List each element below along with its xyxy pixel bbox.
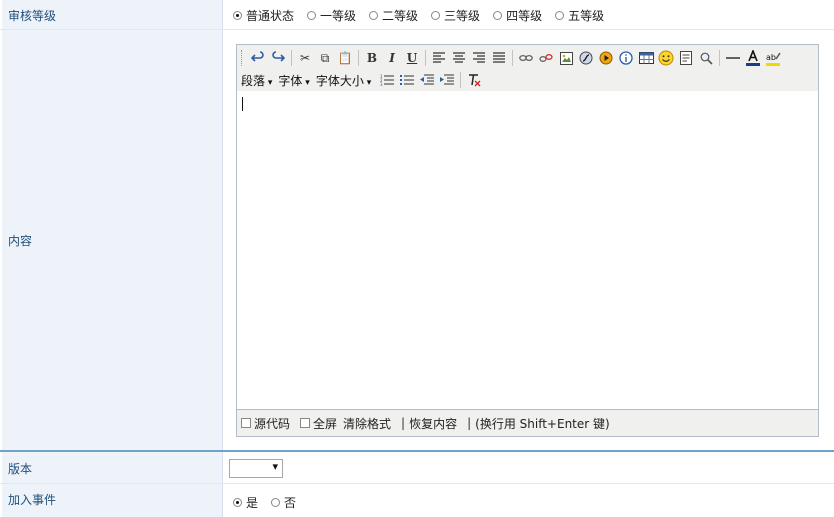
media-icon[interactable] <box>596 48 616 68</box>
version-label: 版本 <box>8 462 33 476</box>
add-event-option-yes[interactable]: 是 <box>233 494 258 511</box>
image-icon[interactable] <box>556 48 576 68</box>
add-event-option-no[interactable]: 否 <box>271 494 296 511</box>
bg-color-icon[interactable]: ab <box>763 48 783 68</box>
radio-button[interactable] <box>307 11 317 20</box>
toolbar-separator <box>719 50 720 66</box>
flash-icon[interactable] <box>576 48 596 68</box>
bold-icon[interactable]: B <box>362 48 382 68</box>
radio-button[interactable] <box>233 498 242 507</box>
editor-content-area[interactable] <box>237 91 818 411</box>
ordered-list-icon[interactable]: 123 <box>377 70 397 90</box>
toolbar-separator <box>460 72 462 88</box>
radio-button[interactable] <box>369 11 379 20</box>
copy-icon[interactable]: ⧉ <box>315 48 335 68</box>
review-level-radio-group: 普通状态 一等级 二等级 三等级 四等级 五等级 <box>233 7 617 24</box>
review-level-label: 审核等级 <box>8 9 57 23</box>
text-color-icon[interactable] <box>743 48 763 68</box>
redo-icon[interactable] <box>268 48 288 68</box>
template-icon[interactable] <box>676 48 696 68</box>
fullscreen-checkbox[interactable] <box>300 418 311 428</box>
source-code-toggle[interactable]: 源代码 <box>237 415 290 432</box>
add-event-radio-group: 是 否 <box>233 494 309 511</box>
content-label: 内容 <box>8 234 33 248</box>
align-center-icon[interactable] <box>449 48 469 68</box>
hr-icon[interactable] <box>723 48 743 68</box>
toolbar-separator <box>512 50 513 66</box>
add-event-label: 加入事件 <box>8 493 57 507</box>
add-event-label-cell: 加入事件 <box>2 484 223 517</box>
review-level-option-2[interactable]: 二等级 <box>369 7 418 24</box>
add-event-row: 加入事件 是 否 <box>0 484 834 517</box>
review-level-row: 审核等级 普通状态 一等级 二等级 三等级 四等级 五等级 <box>0 0 834 30</box>
version-value-cell <box>223 452 834 483</box>
fullscreen-toggle[interactable]: 全屏 <box>296 415 337 432</box>
radio-button[interactable] <box>493 11 503 20</box>
paste-icon[interactable]: 📋 <box>335 48 355 68</box>
restore-content-link[interactable]: 恢复内容 <box>409 415 457 432</box>
radio-button[interactable] <box>555 11 565 20</box>
review-level-option-4[interactable]: 四等级 <box>493 7 542 24</box>
info-icon[interactable] <box>616 48 636 68</box>
paragraph-dropdown[interactable]: 段落 <box>241 72 272 89</box>
italic-icon[interactable]: I <box>382 48 402 68</box>
review-level-label-cell: 审核等级 <box>2 0 223 29</box>
text-caret <box>242 97 243 111</box>
newline-hint: (换行用 Shift+Enter 键) <box>475 416 610 431</box>
unordered-list-icon[interactable] <box>397 70 417 90</box>
review-level-value-cell: 普通状态 一等级 二等级 三等级 四等级 五等级 <box>223 0 834 29</box>
version-label-cell: 版本 <box>2 452 223 483</box>
toolbar-grip <box>241 50 244 66</box>
radio-button[interactable] <box>431 11 441 20</box>
radio-button[interactable] <box>233 11 242 20</box>
link-icon[interactable] <box>516 48 536 68</box>
version-select[interactable] <box>229 459 283 478</box>
toolbar-row-2: 段落 字体 字体大小 123 <box>241 69 484 91</box>
status-divider: | <box>467 416 472 430</box>
source-code-checkbox[interactable] <box>241 418 251 428</box>
font-family-dropdown[interactable]: 字体 <box>278 72 309 89</box>
version-row: 版本 <box>0 450 834 484</box>
clear-format-link[interactable]: 清除格式 <box>343 415 391 432</box>
content-label-cell: 内容 <box>2 30 223 450</box>
align-right-icon[interactable] <box>469 48 489 68</box>
svg-text:ab: ab <box>766 53 776 62</box>
toolbar-separator <box>425 50 426 66</box>
align-justify-icon[interactable] <box>489 48 509 68</box>
table-icon[interactable] <box>636 48 656 68</box>
radio-button[interactable] <box>271 498 281 507</box>
toolbar-separator <box>358 50 359 66</box>
remove-format-icon[interactable] <box>464 70 484 90</box>
unlink-icon[interactable] <box>536 48 556 68</box>
review-level-option-3[interactable]: 三等级 <box>431 7 480 24</box>
status-divider: | <box>401 416 406 430</box>
emoticon-icon[interactable] <box>656 48 676 68</box>
rich-text-editor: ✂ ⧉ 📋 B I U ab 段落 ▾ 字体 ▾ 字体大小 ▾ 1 2 3 源代… <box>236 44 819 437</box>
outdent-icon[interactable] <box>417 70 437 90</box>
align-left-icon[interactable] <box>429 48 449 68</box>
cut-icon[interactable]: ✂ <box>295 48 315 68</box>
toolbar-row-1: ✂ ⧉ 📋 B I U ab <box>241 47 783 69</box>
review-level-option-5[interactable]: 五等级 <box>555 7 604 24</box>
search-icon[interactable] <box>696 48 716 68</box>
review-level-option-1[interactable]: 一等级 <box>307 7 356 24</box>
editor-toolbar: ✂ ⧉ 📋 B I U ab 段落 ▾ 字体 ▾ 字体大小 ▾ 1 2 3 <box>237 45 818 92</box>
undo-icon[interactable] <box>248 48 268 68</box>
editor-status-bar: 源代码 全屏 清除格式 | 恢复内容 | (换行用 Shift+Enter 键) <box>237 409 818 436</box>
svg-text:3: 3 <box>380 82 383 86</box>
indent-icon[interactable] <box>437 70 457 90</box>
toolbar-separator <box>291 50 292 66</box>
add-event-value-cell: 是 否 <box>223 484 834 517</box>
font-size-dropdown[interactable]: 字体大小 <box>316 72 371 89</box>
review-level-option-0[interactable]: 普通状态 <box>233 7 294 24</box>
underline-icon[interactable]: U <box>402 48 422 68</box>
